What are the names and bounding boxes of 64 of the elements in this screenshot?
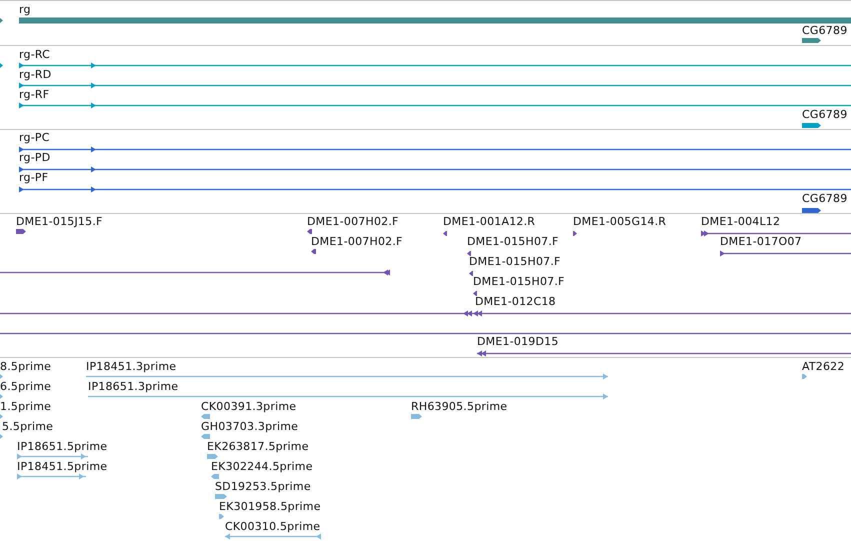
feature-glyph[interactable] bbox=[802, 36, 821, 44]
feature-label: rg-RC bbox=[19, 48, 50, 61]
feature-label: EK263817.5prime bbox=[207, 440, 309, 453]
feature-glyph[interactable] bbox=[19, 82, 851, 88]
feature-label: DME1-007H02.F bbox=[307, 215, 399, 228]
feature-label: DME1-015J15.F bbox=[16, 215, 103, 228]
feature-label: rg-PC bbox=[19, 131, 50, 144]
feature-glyph[interactable] bbox=[477, 350, 851, 356]
feature-label: 1.5prime bbox=[0, 400, 52, 413]
feature-label: DME1-015H07.F bbox=[469, 255, 561, 268]
feature-label: DME1-015H07.F bbox=[467, 235, 559, 248]
feature-label: IP18451.5prime bbox=[17, 460, 108, 473]
feature-label: CG6789 bbox=[802, 108, 848, 121]
feature-label: rg-PD bbox=[19, 151, 50, 164]
feature-label: DME1-019D15 bbox=[477, 335, 559, 348]
feature-glyph[interactable] bbox=[19, 102, 851, 108]
feature-glyph[interactable] bbox=[443, 230, 447, 236]
feature-label: CK00391.3prime bbox=[201, 400, 296, 413]
feature-glyph[interactable] bbox=[467, 250, 471, 256]
feature-glyph[interactable] bbox=[19, 146, 851, 152]
feature-label: DME1-001A12.R bbox=[443, 215, 536, 228]
feature-glyph[interactable] bbox=[802, 206, 821, 214]
feature-label: DME1-005G14.R bbox=[573, 215, 666, 228]
feature-label: RH63905.5prime bbox=[411, 400, 508, 413]
feature-label: CK00310.5prime bbox=[225, 520, 320, 533]
feature-glyph[interactable] bbox=[0, 16, 3, 24]
feature-label: 6.5prime bbox=[0, 380, 52, 393]
feature-glyph[interactable] bbox=[720, 250, 851, 256]
feature-glyph[interactable] bbox=[311, 248, 316, 254]
feature-label: SD19253.5prime bbox=[215, 480, 311, 493]
feature-glyph[interactable] bbox=[802, 122, 821, 128]
feature-glyph[interactable] bbox=[19, 16, 851, 24]
feature-glyph[interactable] bbox=[19, 62, 851, 68]
feature-glyph[interactable] bbox=[573, 230, 577, 236]
feature-glyph[interactable] bbox=[19, 186, 851, 192]
feature-label: DME1-012C18 bbox=[475, 295, 556, 308]
feature-label: rg-PF bbox=[19, 171, 48, 184]
feature-label: IP18651.3prime bbox=[88, 380, 178, 393]
feature-label: IP18651.5prime bbox=[17, 440, 108, 453]
feature-glyph[interactable] bbox=[0, 62, 3, 68]
feature-glyph[interactable] bbox=[19, 166, 851, 172]
feature-label: 5.5prime bbox=[2, 420, 54, 433]
feature-glyph[interactable] bbox=[473, 290, 477, 296]
feature-glyph[interactable] bbox=[307, 228, 312, 234]
feature-label: GH03703.3prime bbox=[201, 420, 298, 433]
feature-label: DME1-015H07.F bbox=[473, 275, 565, 288]
feature-label: rg-RD bbox=[19, 68, 52, 81]
feature-glyph[interactable] bbox=[0, 310, 851, 316]
feature-label: EK301958.5prime bbox=[219, 500, 321, 513]
feature-label: AT2622 bbox=[802, 360, 845, 373]
feature-label: rg bbox=[19, 3, 31, 16]
feature-label: EK302244.5prime bbox=[211, 460, 313, 473]
feature-label: CG6789 bbox=[802, 192, 848, 205]
feature-label: rg-RF bbox=[19, 88, 50, 101]
feature-glyph[interactable] bbox=[469, 270, 473, 276]
feature-label: DME1-004L12 bbox=[701, 215, 780, 228]
feature-label: CG6789 bbox=[802, 24, 848, 37]
feature-glyph[interactable] bbox=[701, 230, 851, 236]
feature-glyph[interactable] bbox=[16, 228, 26, 234]
feature-label: 8.5prime bbox=[0, 360, 52, 373]
feature-label: DME1-007H02.F bbox=[311, 235, 403, 248]
feature-label: DME1-017O07 bbox=[720, 235, 802, 248]
feature-glyph[interactable] bbox=[0, 268, 390, 276]
feature-label: IP18451.3prime bbox=[86, 360, 176, 373]
